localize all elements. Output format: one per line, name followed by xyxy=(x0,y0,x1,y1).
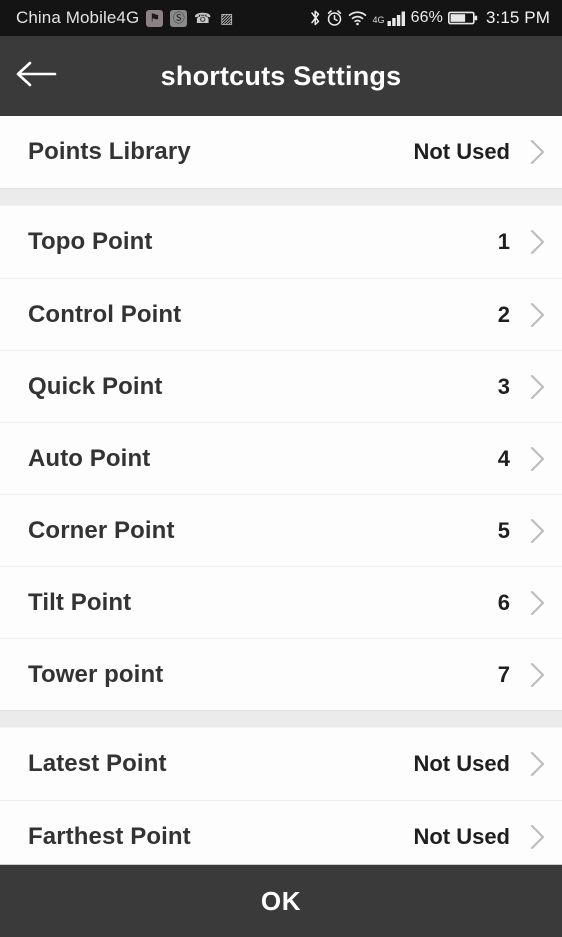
chevron-right-icon xyxy=(528,227,548,257)
status-bar: China Mobile4G ⚑ Ⓢ ☎ ▨ 4G 66% 3:15 PM xyxy=(0,0,562,36)
list-item-label: Control Point xyxy=(28,300,182,328)
list-item-value: 3 xyxy=(497,373,510,399)
status-bar-right: 4G 66% 3:15 PM xyxy=(310,8,550,28)
list-item[interactable]: Auto Point 4 xyxy=(0,422,562,494)
chevron-right-icon xyxy=(528,137,548,167)
wifi-icon xyxy=(348,10,367,26)
chevron-right-icon xyxy=(528,822,548,852)
list-item-label: Tower point xyxy=(28,660,164,688)
notification-app-icon-4: ▨ xyxy=(220,10,234,26)
bluetooth-icon xyxy=(310,9,321,27)
list-item[interactable]: Tower point 7 xyxy=(0,638,562,710)
battery-percent-label: 66% xyxy=(410,9,443,26)
chevron-right-icon xyxy=(528,372,548,402)
chevron-right-icon xyxy=(528,444,548,474)
list-item[interactable]: Points Library Not Used xyxy=(0,116,562,188)
group-separator xyxy=(0,710,562,728)
chevron-right-icon xyxy=(528,588,548,618)
chevron-right-icon xyxy=(528,300,548,330)
list-item-label: Corner Point xyxy=(28,516,175,544)
list-item[interactable]: Tilt Point 6 xyxy=(0,566,562,638)
chevron-right-icon xyxy=(528,660,548,690)
list-group: Topo Point 1 Control Point 2 Quick Point… xyxy=(0,206,562,710)
list-item-value: 7 xyxy=(497,661,510,687)
list-item-label: Latest Point xyxy=(28,750,167,777)
list-item[interactable]: Topo Point 1 xyxy=(0,206,562,278)
list-item-label: Quick Point xyxy=(28,372,163,400)
alarm-clock-icon xyxy=(326,9,343,27)
app-bar: shortcuts Settings xyxy=(0,36,562,116)
list-item-value: Not Used xyxy=(413,751,510,776)
list-item-label: Points Library xyxy=(28,138,191,165)
list-group: Points Library Not Used xyxy=(0,116,562,188)
chevron-right-icon xyxy=(528,749,548,779)
list-item[interactable]: Farthest Point Not Used xyxy=(0,800,562,864)
battery-icon xyxy=(447,10,478,26)
network-type-label: 4G xyxy=(372,15,385,25)
notification-app-icon-2: Ⓢ xyxy=(170,9,188,27)
ok-button[interactable]: OK xyxy=(0,864,562,937)
list-item[interactable]: Control Point 2 xyxy=(0,278,562,350)
settings-list: Points Library Not Used Topo Point 1 Con… xyxy=(0,116,562,864)
list-item-label: Topo Point xyxy=(28,228,153,255)
list-item-label: Auto Point xyxy=(28,444,151,472)
list-item-value: Not Used xyxy=(413,823,510,849)
signal-bars-icon xyxy=(387,9,407,27)
notification-app-icon-3: ☎ xyxy=(194,10,212,26)
ok-button-label: OK xyxy=(260,885,302,916)
page-title: shortcuts Settings xyxy=(160,60,402,91)
list-item-value: 1 xyxy=(497,229,510,254)
notification-app-icon-1: ⚑ xyxy=(146,9,164,27)
list-item-label: Tilt Point xyxy=(28,588,132,616)
list-item-value: 2 xyxy=(497,301,510,327)
status-bar-left: China Mobile4G ⚑ Ⓢ ☎ ▨ xyxy=(16,8,310,28)
chevron-right-icon xyxy=(528,516,548,546)
phone-screen: China Mobile4G ⚑ Ⓢ ☎ ▨ 4G 66% 3:15 PM sh… xyxy=(0,0,562,937)
clock-label: 3:15 PM xyxy=(485,8,550,27)
list-item[interactable]: Latest Point Not Used xyxy=(0,728,562,800)
group-separator xyxy=(0,188,562,206)
back-button[interactable] xyxy=(0,36,72,116)
list-item-label: Farthest Point xyxy=(28,822,191,850)
list-item-value: 5 xyxy=(497,517,510,543)
back-arrow-icon xyxy=(15,59,57,94)
list-item-value: 4 xyxy=(497,445,510,471)
list-item[interactable]: Quick Point 3 xyxy=(0,350,562,422)
list-group: Latest Point Not Used Farthest Point Not… xyxy=(0,728,562,864)
list-item[interactable]: Corner Point 5 xyxy=(0,494,562,566)
carrier-label: China Mobile4G xyxy=(16,8,140,27)
list-item-value: Not Used xyxy=(413,139,510,164)
list-item-value: 6 xyxy=(497,589,510,615)
